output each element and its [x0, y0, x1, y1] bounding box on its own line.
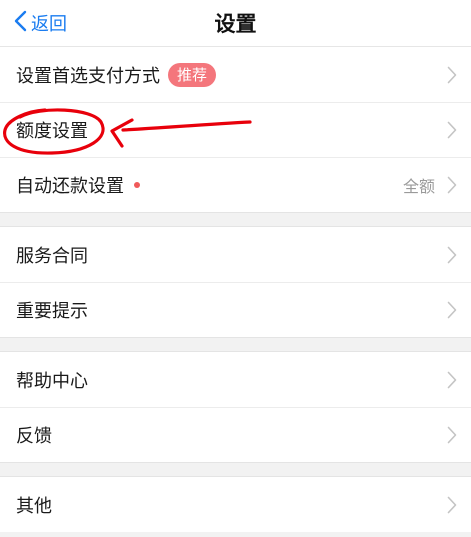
row-service-contract[interactable]: 服务合同	[0, 227, 471, 282]
row-important-notice[interactable]: 重要提示	[0, 282, 471, 337]
chevron-right-icon	[447, 371, 457, 389]
chevron-right-icon	[447, 246, 457, 264]
page-title: 设置	[214, 12, 257, 36]
row-help-center[interactable]: 帮助中心	[0, 352, 471, 407]
chevron-right-icon	[447, 121, 457, 139]
row-label: 反馈	[16, 425, 52, 447]
group-separator	[0, 337, 471, 352]
row-label: 额度设置	[16, 120, 88, 142]
row-label: 重要提示	[16, 300, 88, 322]
chevron-right-icon	[447, 426, 457, 444]
row-preferred-payment[interactable]: 设置首选支付方式 推荐	[0, 47, 471, 102]
row-label: 其他	[16, 495, 52, 517]
row-other[interactable]: 其他	[0, 477, 471, 532]
row-limit-settings[interactable]: 额度设置	[0, 102, 471, 157]
row-feedback[interactable]: 反馈	[0, 407, 471, 462]
red-dot-indicator	[134, 181, 140, 188]
row-auto-repay[interactable]: 自动还款设置 全额	[0, 157, 471, 212]
chevron-right-icon	[447, 176, 457, 194]
group-separator	[0, 462, 471, 477]
row-label: 帮助中心	[16, 370, 88, 392]
settings-group-other: 其他	[0, 477, 471, 532]
settings-group-legal: 服务合同 重要提示	[0, 227, 471, 337]
recommend-badge: 推荐	[168, 62, 217, 87]
row-label: 服务合同	[16, 245, 88, 267]
chevron-right-icon	[447, 66, 457, 84]
chevron-right-icon	[447, 496, 457, 514]
auto-repay-value: 全额	[402, 176, 435, 196]
row-label: 设置首选支付方式	[16, 65, 160, 87]
row-label: 自动还款设置	[16, 175, 124, 197]
group-separator	[0, 212, 471, 227]
settings-group-payment: 设置首选支付方式 推荐 额度设置 自动还款设置 全额	[0, 47, 471, 212]
nav-bar: 返回 设置	[0, 0, 471, 47]
chevron-right-icon	[447, 301, 457, 319]
settings-group-help: 帮助中心 反馈	[0, 352, 471, 462]
